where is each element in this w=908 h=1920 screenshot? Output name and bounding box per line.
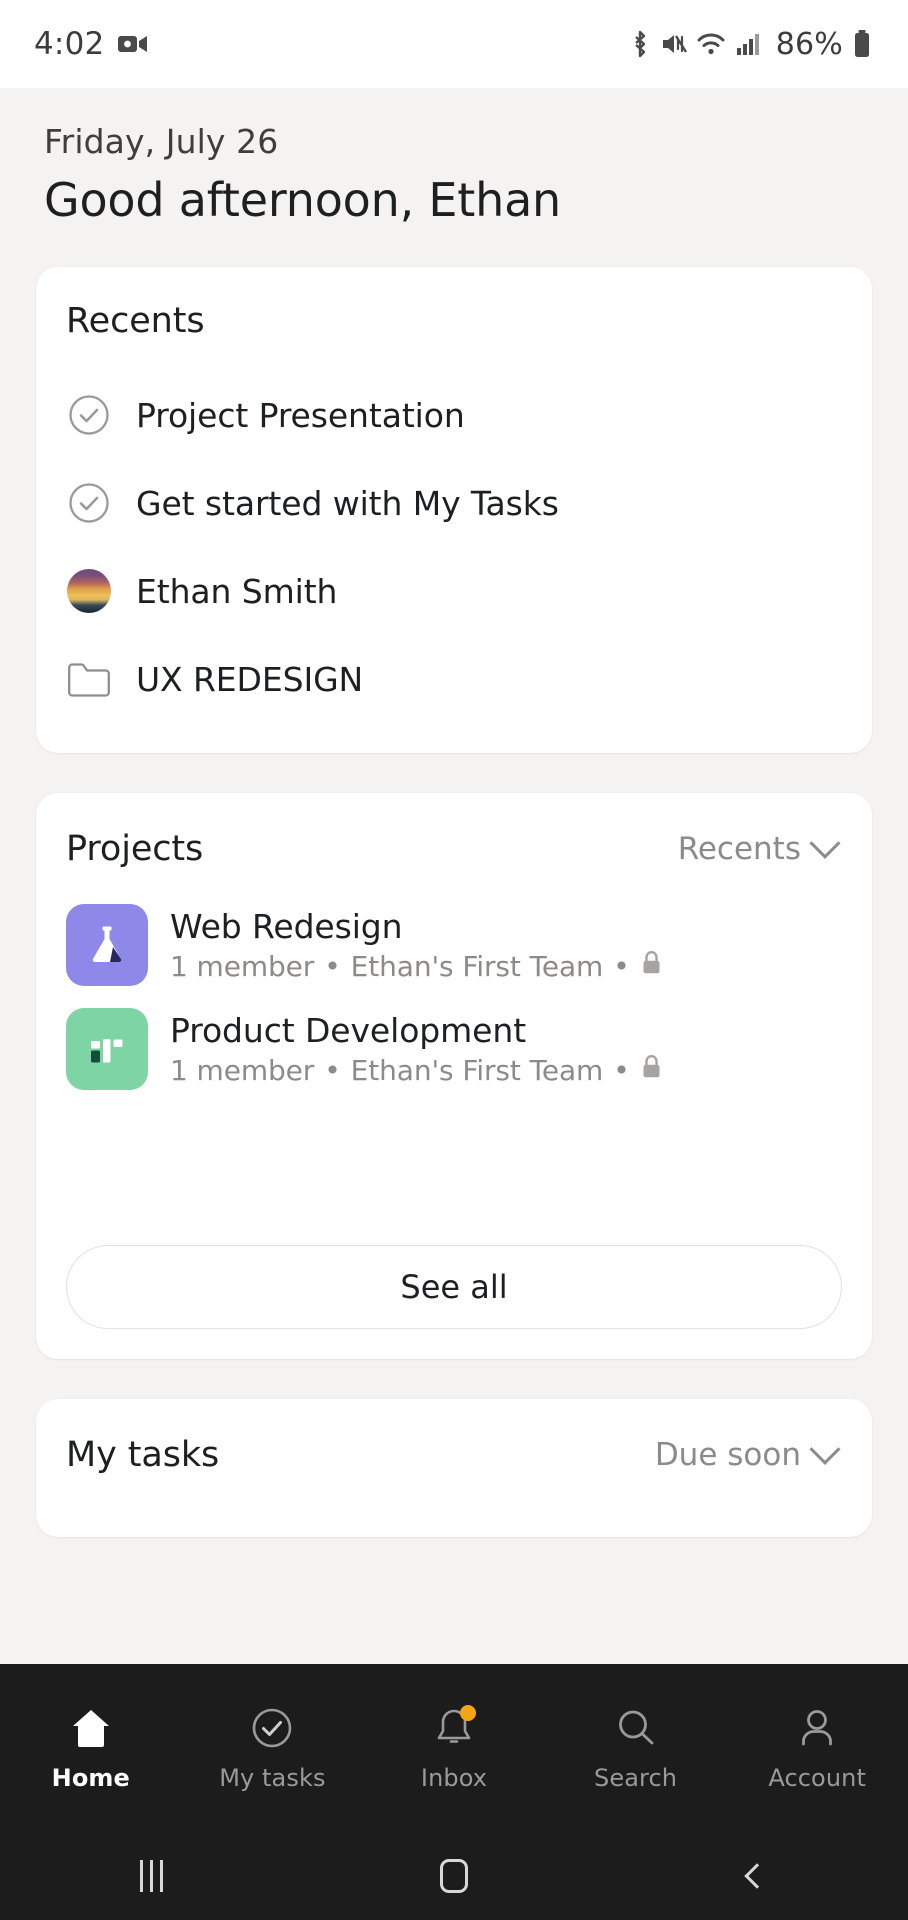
meta-separator: • bbox=[324, 949, 341, 983]
status-bar-left: 4:02 bbox=[34, 26, 148, 62]
avatar[interactable] bbox=[66, 568, 112, 614]
system-recents-button[interactable] bbox=[0, 1860, 303, 1892]
meta-separator: • bbox=[613, 949, 630, 983]
nav-label-search: Search bbox=[594, 1764, 678, 1792]
nav-label-account: Account bbox=[768, 1764, 866, 1792]
bluetooth-icon bbox=[629, 29, 651, 59]
home-icon bbox=[68, 1704, 114, 1752]
recent-item-label: Ethan Smith bbox=[136, 571, 338, 611]
nav-label-home: Home bbox=[51, 1764, 130, 1792]
wifi-icon bbox=[697, 31, 727, 57]
bell-icon bbox=[431, 1704, 477, 1752]
list-item[interactable]: UX REDESIGN bbox=[66, 635, 842, 723]
projects-sort-dropdown[interactable]: Recents bbox=[668, 827, 842, 871]
recents-card: Recents Project Presentation Get started… bbox=[36, 267, 872, 754]
bottom-navigation-bar: Home My tasks Inbox Search Account bbox=[0, 1664, 908, 1832]
project-members: 1 member bbox=[170, 949, 315, 983]
nav-label-my-tasks: My tasks bbox=[219, 1764, 326, 1792]
mute-icon bbox=[660, 30, 688, 58]
projects-card-header: Projects Recents bbox=[66, 827, 842, 871]
avatar-icon bbox=[67, 569, 111, 614]
my-tasks-sort-dropdown[interactable]: Due soon bbox=[645, 1433, 842, 1477]
chevron-down-icon bbox=[809, 1434, 841, 1466]
my-tasks-card-header: My tasks Due soon bbox=[66, 1433, 842, 1477]
inbox-unread-badge bbox=[459, 1705, 476, 1721]
home-scroll-content[interactable]: Friday, July 26 Good afternoon, Ethan Re… bbox=[0, 88, 908, 1920]
greeting-message: Good afternoon, Ethan bbox=[44, 173, 562, 227]
see-all-button[interactable]: See all bbox=[66, 1245, 842, 1330]
my-tasks-sort-label: Due soon bbox=[654, 1437, 801, 1474]
battery-percent: 86% bbox=[775, 26, 843, 62]
lock-icon bbox=[640, 949, 663, 983]
list-item[interactable]: Ethan Smith bbox=[66, 547, 842, 635]
nav-item-account[interactable]: Account bbox=[726, 1704, 908, 1792]
projects-card-spacer bbox=[66, 1101, 842, 1201]
recents-list: Project Presentation Get started with My… bbox=[66, 371, 842, 723]
meta-separator: • bbox=[613, 1053, 630, 1087]
system-home-button[interactable] bbox=[303, 1859, 606, 1893]
recents-bars-icon bbox=[139, 1860, 163, 1892]
system-back-button[interactable] bbox=[605, 1863, 908, 1889]
home-square-icon bbox=[440, 1859, 468, 1893]
chevron-down-icon bbox=[809, 828, 841, 860]
person-icon bbox=[794, 1704, 840, 1752]
project-text-block: Product Development 1 member • Ethan's F… bbox=[170, 1011, 663, 1087]
project-row-product-development[interactable]: Product Development 1 member • Ethan's F… bbox=[66, 997, 842, 1101]
project-team: Ethan's First Team bbox=[350, 949, 604, 983]
nav-label-inbox: Inbox bbox=[420, 1764, 488, 1792]
nav-item-my-tasks[interactable]: My tasks bbox=[182, 1704, 364, 1792]
nav-item-inbox[interactable]: Inbox bbox=[363, 1704, 545, 1792]
project-name: Web Redesign bbox=[170, 907, 403, 947]
screen-record-icon bbox=[118, 33, 148, 55]
status-bar-right: 86% bbox=[629, 27, 878, 62]
check-circle-icon[interactable] bbox=[66, 392, 112, 438]
status-time: 4:02 bbox=[34, 26, 105, 62]
recents-card-title: Recents bbox=[66, 301, 205, 342]
project-meta: 1 member • Ethan's First Team • bbox=[170, 1053, 663, 1087]
recent-item-label: Get started with My Tasks bbox=[136, 483, 559, 523]
signal-icon bbox=[736, 31, 762, 57]
my-tasks-card: My tasks Due soon bbox=[36, 1399, 872, 1538]
project-members: 1 member bbox=[170, 1053, 315, 1087]
check-circle-icon[interactable] bbox=[66, 480, 112, 526]
nav-item-home[interactable]: Home bbox=[0, 1704, 182, 1792]
search-icon bbox=[613, 1704, 659, 1752]
check-circle-icon bbox=[249, 1704, 295, 1752]
projects-sort-label: Recents bbox=[677, 831, 801, 868]
project-team: Ethan's First Team bbox=[350, 1053, 604, 1087]
board-icon bbox=[66, 1008, 148, 1091]
flask-icon bbox=[66, 904, 148, 987]
back-chevron-icon bbox=[743, 1863, 770, 1889]
recent-item-label: UX REDESIGN bbox=[136, 659, 364, 699]
greeting-date: Friday, July 26 bbox=[44, 122, 279, 161]
list-item[interactable]: Get started with My Tasks bbox=[66, 459, 842, 547]
recent-item-label: Project Presentation bbox=[136, 395, 465, 435]
greeting-block: Friday, July 26 Good afternoon, Ethan bbox=[36, 88, 872, 227]
nav-item-search[interactable]: Search bbox=[545, 1704, 727, 1792]
battery-icon bbox=[852, 29, 872, 59]
phone-screen: 4:02 86% Friday, July 26 Good afternoon,… bbox=[0, 0, 908, 1920]
project-text-block: Web Redesign 1 member • Ethan's First Te… bbox=[170, 907, 663, 983]
project-name: Product Development bbox=[170, 1011, 527, 1051]
projects-list: Web Redesign 1 member • Ethan's First Te… bbox=[66, 893, 842, 1101]
folder-icon[interactable] bbox=[66, 656, 112, 702]
my-tasks-card-title: My tasks bbox=[66, 1435, 220, 1476]
project-row-web-redesign[interactable]: Web Redesign 1 member • Ethan's First Te… bbox=[66, 893, 842, 997]
list-item[interactable]: Project Presentation bbox=[66, 371, 842, 459]
project-meta: 1 member • Ethan's First Team • bbox=[170, 949, 663, 983]
lock-icon bbox=[640, 1053, 663, 1087]
projects-card: Projects Recents Web Redesign 1 member •… bbox=[36, 793, 872, 1360]
projects-card-title: Projects bbox=[66, 829, 204, 870]
system-navigation-bar bbox=[0, 1832, 908, 1920]
status-bar: 4:02 86% bbox=[0, 0, 908, 88]
meta-separator: • bbox=[324, 1053, 341, 1087]
